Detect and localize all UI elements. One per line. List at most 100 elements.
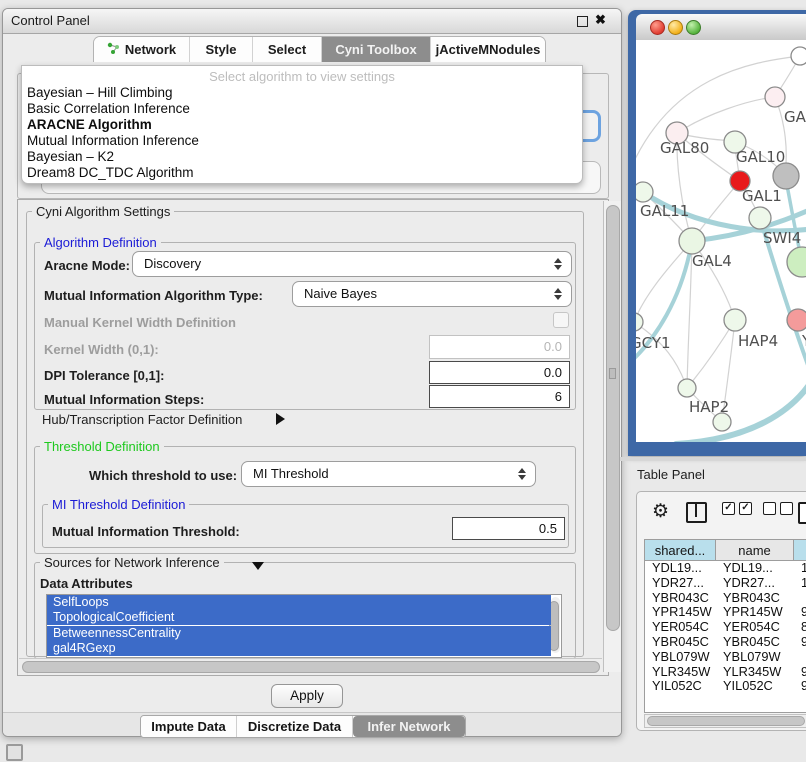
network-node[interactable]	[787, 247, 806, 277]
table-cell: YIL052C	[652, 679, 714, 694]
aracne-mode-combobox[interactable]: Discovery	[132, 251, 572, 277]
data-attribute-item[interactable]: TopologicalCoefficient	[47, 610, 551, 625]
network-node[interactable]	[791, 47, 806, 65]
collapse-triangle-icon[interactable]	[252, 557, 264, 575]
table-row[interactable]: YBR045CYBR045C9.	[645, 635, 806, 650]
table-row[interactable]: YDL19...YDL19...13	[645, 561, 806, 576]
algorithm-definition-title: Algorithm Definition	[40, 235, 161, 250]
close-traffic-light[interactable]	[650, 20, 665, 35]
mi-steps-label: Mutual Information Steps:	[44, 392, 204, 407]
network-node[interactable]	[713, 413, 731, 431]
control-panel-titlebar[interactable]: Control Panel ✖	[3, 9, 621, 34]
network-node-gal11[interactable]	[636, 182, 653, 202]
settings-horizontal-scrollbar[interactable]	[19, 658, 602, 674]
apply-button[interactable]: Apply	[271, 684, 343, 708]
algorithm-dropdown-prompt: Select algorithm to view settings	[22, 69, 582, 84]
network-node[interactable]	[773, 163, 799, 189]
control-panel-tabs: Network Style Select Cyni Toolbox jActiveMNo…	[93, 36, 546, 62]
algorithm-option[interactable]: Bayesian – Hill Climbing	[25, 85, 577, 101]
data-attribute-item[interactable]: SelfLoops	[47, 595, 551, 610]
data-attribute-item[interactable]: BetweennessCentrality	[47, 626, 551, 641]
network-edge[interactable]	[677, 97, 775, 133]
table-column-header[interactable]: shared...	[645, 540, 716, 561]
table-row[interactable]: YPR145WYPR145W9.	[645, 605, 806, 620]
network-edge[interactable]	[636, 322, 687, 388]
table-cell: YBR043C	[723, 591, 785, 606]
table-cell: YDL19...	[723, 561, 785, 576]
table-column-header[interactable]	[794, 540, 806, 561]
table-cell: YBR043C	[652, 591, 714, 606]
bottom-tab-discretize-data[interactable]: Discretize Data	[237, 716, 353, 737]
settings-vertical-scrollbar[interactable]	[603, 201, 621, 672]
network-node-hap4[interactable]	[724, 309, 746, 331]
dpi-tolerance-label: DPI Tolerance [0,1]:	[44, 368, 164, 383]
algorithm-option[interactable]: Bayesian – K2	[25, 149, 577, 165]
settings-gear-icon[interactable]: ⚙	[652, 502, 669, 521]
tab-label: Cyni Toolbox	[335, 42, 416, 57]
data-attribute-item[interactable]: gal4RGexp	[47, 641, 551, 656]
close-icon[interactable]: ✖	[595, 12, 606, 28]
settings-vertical-thumb[interactable]	[606, 205, 620, 631]
table-cell: YLR345W	[652, 665, 714, 680]
algorithm-option[interactable]: ARACNE Algorithm	[25, 117, 577, 133]
table-row[interactable]: YBR043C YBR043C	[645, 591, 806, 606]
tab-cyni-toolbox[interactable]: Cyni Toolbox	[322, 37, 431, 62]
algorithm-option[interactable]: Basic Correlation Inference	[25, 101, 577, 117]
table-row[interactable]: YER054CYER054C8.	[645, 620, 806, 635]
splitter-handle[interactable]	[609, 368, 616, 379]
algorithm-option[interactable]: Mutual Information Inference	[25, 133, 577, 149]
network-node-hap2[interactable]	[678, 379, 696, 397]
panel-divider[interactable]	[620, 457, 806, 461]
dpi-tolerance-field[interactable]: 0.0	[429, 361, 570, 384]
settings-horizontal-thumb[interactable]	[22, 661, 600, 673]
table-row[interactable]: YDR27...YDR27...12	[645, 576, 806, 591]
mi-steps-field[interactable]: 6	[429, 385, 570, 408]
tab-select[interactable]: Select	[253, 37, 322, 62]
table-cell: 9.	[801, 605, 806, 620]
network-canvas[interactable]: GALGAL80GAL10GAL1GAL11SWI4GAL4GCY1HAP4YH…	[636, 40, 806, 442]
column-layout-icon[interactable]	[686, 502, 707, 523]
tab-jactivemnodules[interactable]: jActiveMNodules	[431, 37, 545, 62]
table-row[interactable]: YLR345WYLR345W9.	[645, 665, 806, 680]
table-column-header[interactable]: name	[716, 540, 794, 561]
spinner-arrows-icon	[554, 288, 562, 300]
algorithm-option[interactable]: Dream8 DC_TDC Algorithm	[25, 165, 577, 181]
table-cell: YER054C	[652, 620, 714, 635]
table-cell: 9.	[801, 665, 806, 680]
table-row[interactable]: YIL052CYIL052C9	[645, 679, 806, 694]
network-node-swi4[interactable]	[749, 207, 771, 229]
list-scrollbar-track[interactable]	[551, 597, 560, 653]
hub-definition-label[interactable]: Hub/Transcription Factor Definition	[42, 412, 242, 427]
table-cell: 13	[801, 561, 806, 576]
data-attributes-list: SelfLoopsTopologicalCoefficientBetweenne…	[46, 594, 562, 658]
minimized-panel-icon[interactable]	[6, 744, 23, 761]
table-horizontal-scrollbar[interactable]	[644, 714, 806, 728]
which-threshold-combobox[interactable]: MI Threshold	[241, 461, 536, 487]
minimize-traffic-light[interactable]	[668, 20, 683, 35]
network-window-titlebar[interactable]	[636, 14, 806, 41]
mi-threshold-field[interactable]: 0.5	[452, 517, 565, 540]
tab-label: Style	[205, 42, 236, 57]
float-window-icon[interactable]	[577, 16, 588, 27]
mi-type-combobox[interactable]: Naive Bayes	[292, 281, 572, 307]
deselect-all-icon[interactable]	[763, 502, 793, 515]
network-node-label: HAP4	[738, 332, 778, 350]
network-node-gal[interactable]	[765, 87, 785, 107]
expand-triangle-icon[interactable]	[276, 412, 285, 430]
file-icon[interactable]	[798, 502, 806, 524]
bottom-tab-impute-data[interactable]: Impute Data	[141, 716, 237, 737]
table-panel: ⚙ ✓✓ shared...name YDL19...YDL19...13YDR…	[636, 491, 806, 731]
table-row[interactable]: YBL079WYBL079W	[645, 650, 806, 665]
table-cell: YPR145W	[652, 605, 714, 620]
tab-network[interactable]: Network	[94, 37, 190, 62]
screen: Control Panel ✖ Network Style Select Cyni T…	[0, 0, 806, 762]
tab-style[interactable]: Style	[190, 37, 253, 62]
sources-group-title[interactable]: Sources for Network Inference	[40, 555, 224, 570]
network-node-y[interactable]	[787, 309, 806, 331]
select-all-icon[interactable]: ✓✓	[722, 502, 752, 515]
zoom-traffic-light[interactable]	[686, 20, 701, 35]
table-horizontal-thumb[interactable]	[647, 716, 805, 726]
network-node-gal4[interactable]	[679, 228, 705, 254]
bottom-tab-infer-network[interactable]: Infer Network	[353, 716, 465, 737]
mi-threshold-group-title: MI Threshold Definition	[48, 497, 189, 512]
